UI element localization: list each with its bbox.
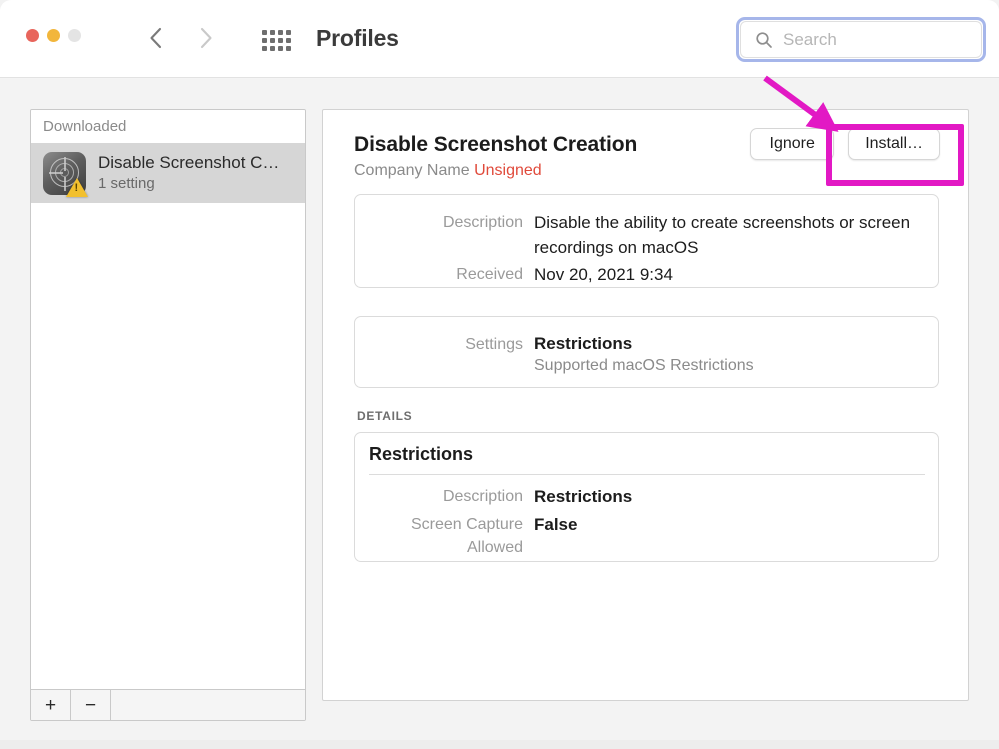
- profiles-window: Profiles Downloaded: [0, 0, 999, 740]
- profiles-list: Disable Screenshot C… 1 setting: [31, 143, 305, 689]
- list-item-disable-screenshot-creation[interactable]: Disable Screenshot C… 1 setting: [31, 143, 305, 203]
- search-field-inner: [740, 21, 999, 58]
- search-input[interactable]: [783, 29, 999, 50]
- add-profile-button[interactable]: +: [31, 690, 71, 720]
- sidebar-section-header: Downloaded: [31, 110, 305, 143]
- screen: Profiles Downloaded: [0, 0, 999, 749]
- settings-label: Settings: [465, 336, 523, 353]
- zoom-window-button: [68, 29, 81, 42]
- received-row: Received Nov 20, 2021 9:34: [356, 263, 931, 288]
- forward-chevron-icon: [198, 24, 214, 52]
- search-field[interactable]: [736, 17, 999, 62]
- received-label: Received: [456, 266, 523, 283]
- description-row: Description Disable the ability to creat…: [356, 211, 931, 260]
- desktop-strip: [0, 740, 999, 749]
- settings-note: Supported macOS Restrictions: [534, 357, 754, 375]
- profile-signing-line: Company Name Unsigned: [354, 161, 939, 180]
- list-item-text: Disable Screenshot C… 1 setting: [98, 152, 279, 194]
- install-button[interactable]: Install…: [848, 128, 940, 160]
- description-value: Disable the ability to create screenshot…: [534, 213, 911, 257]
- description-label: Description: [442, 214, 523, 231]
- profiles-sidebar: Downloaded ! Disable Screenshot C… 1 set…: [30, 109, 306, 721]
- page-title: Profiles: [316, 25, 399, 51]
- settings-value-group: Restrictions Supported macOS Restriction…: [534, 333, 754, 377]
- sidebar-footer-toolbar: + −: [31, 689, 305, 720]
- details-screen-capture-label: Screen Capture Allowed: [410, 516, 523, 557]
- profile-detail-panel: Disable Screenshot Creation Company Name…: [322, 109, 969, 701]
- navigation-buttons: [148, 24, 214, 52]
- received-value: Nov 20, 2021 9:34: [534, 265, 673, 284]
- list-item-subtitle: 1 setting: [98, 175, 155, 193]
- search-icon: [755, 31, 773, 49]
- details-divider: [369, 474, 925, 475]
- list-item-title: Disable Screenshot C…: [98, 153, 280, 173]
- back-chevron-icon[interactable]: [148, 24, 164, 52]
- settings-value: Restrictions: [534, 334, 633, 353]
- details-description-row: Description Restrictions: [356, 485, 931, 510]
- minimize-window-button[interactable]: [47, 29, 60, 42]
- sidebar-footer-spacer: [111, 690, 305, 720]
- close-window-button[interactable]: [26, 29, 39, 42]
- traffic-lights: [26, 29, 81, 42]
- details-screen-capture-value: False: [534, 515, 578, 534]
- description-card: Description Disable the ability to creat…: [354, 194, 939, 288]
- details-section-heading: DETAILS: [357, 409, 413, 423]
- warning-triangle-icon: [66, 177, 88, 197]
- remove-profile-button[interactable]: −: [71, 690, 111, 720]
- show-all-grid-icon[interactable]: [262, 30, 302, 51]
- status-badge-unsigned: Unsigned: [474, 162, 542, 180]
- details-card: Restrictions Description Restrictions Sc…: [354, 432, 939, 562]
- profile-gear-icon: [43, 151, 88, 197]
- settings-card: Settings Restrictions Supported macOS Re…: [354, 316, 939, 388]
- details-card-title: Restrictions: [369, 444, 474, 464]
- window-toolbar: Profiles: [0, 0, 999, 78]
- details-description-label: Description: [442, 488, 523, 505]
- details-description-value: Restrictions: [534, 487, 633, 506]
- details-screen-capture-row: Screen Capture Allowed False: [356, 513, 931, 559]
- window-body: Downloaded ! Disable Screenshot C… 1 set…: [0, 79, 999, 740]
- profile-action-buttons: Ignore Install…: [750, 128, 940, 160]
- profile-organization: Company Name: [354, 162, 470, 180]
- ignore-button[interactable]: Ignore: [750, 128, 835, 160]
- settings-row: Settings Restrictions Supported macOS Re…: [356, 333, 931, 377]
